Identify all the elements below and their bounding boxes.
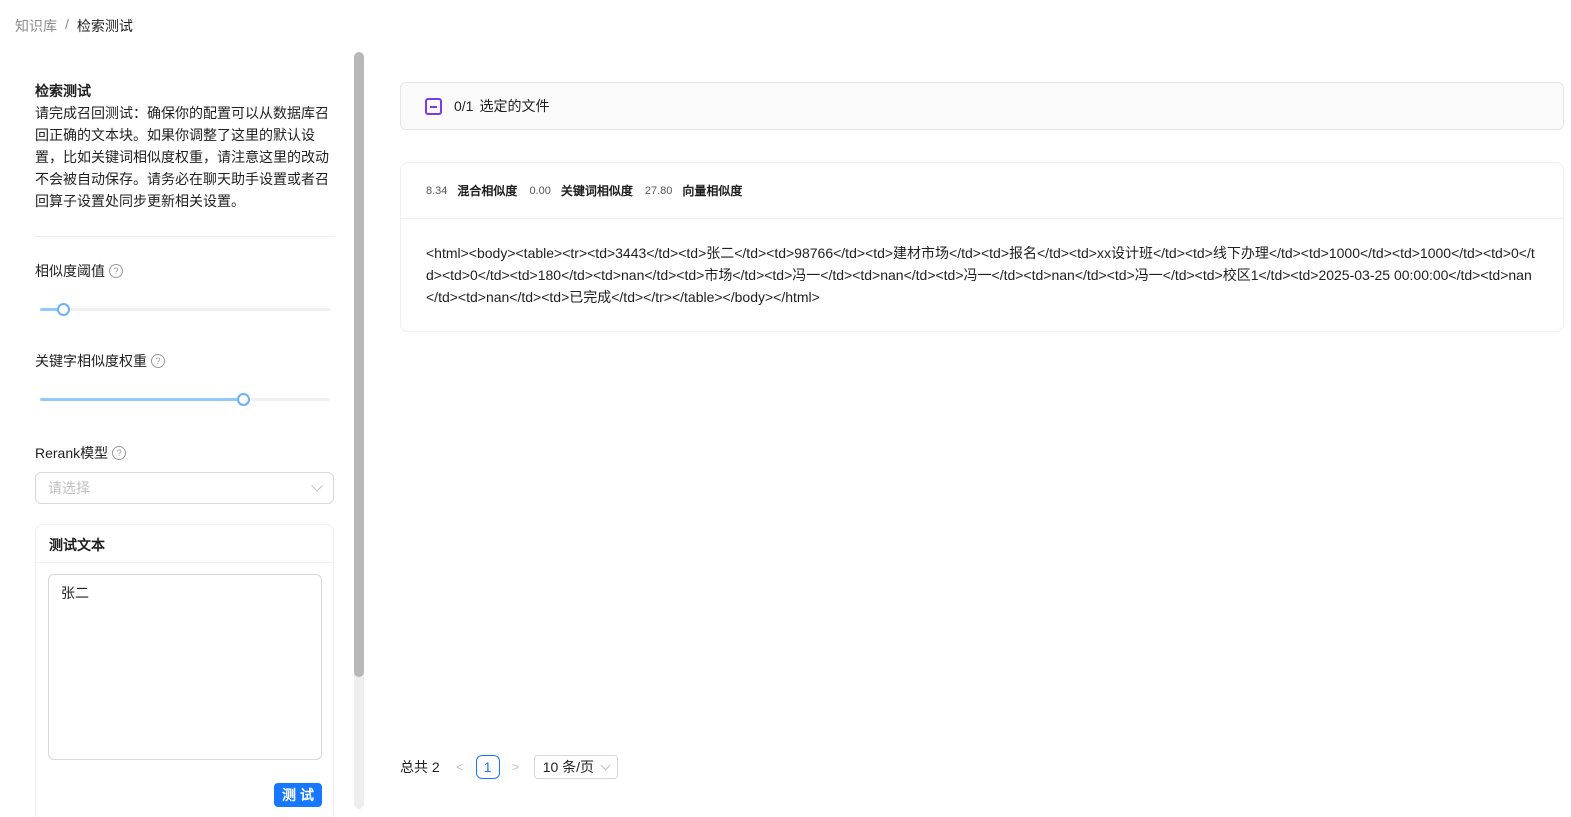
question-icon[interactable]: ? — [151, 354, 165, 368]
slider-handle[interactable] — [237, 393, 250, 406]
settings-panel: 检索测试 请完成召回测试：确保你的配置可以从数据库召回正确的文本块。如果你调整了… — [35, 80, 335, 504]
similarity-threshold-slider[interactable] — [40, 301, 330, 317]
divider — [35, 236, 335, 237]
breadcrumb-root[interactable]: 知识库 — [15, 16, 57, 36]
question-icon[interactable]: ? — [112, 446, 127, 460]
question-icon[interactable]: ? — [109, 264, 123, 278]
hybrid-score: 8.34 — [426, 184, 448, 197]
pagination: 总共 2 < 1 > 10 条/页 — [400, 755, 619, 779]
result-card: 8.34 混合相似度 0.00 关键词相似度 27.80 向量相似度 <html… — [400, 162, 1564, 332]
keyword-weight-slider[interactable] — [40, 391, 330, 407]
keyword-weight-label: 关键字相似度权重 ? — [35, 351, 335, 371]
section-description: 请完成召回测试：确保你的配置可以从数据库召回正确的文本块。如果你调整了这里的默认… — [35, 105, 329, 209]
chevron-down-icon — [600, 760, 611, 770]
file-selector[interactable]: 0/1 选定的文件 — [400, 82, 1564, 130]
file-count: 0/1 — [454, 98, 474, 114]
slider-rail — [40, 308, 330, 311]
file-selector-label: 选定的文件 — [479, 98, 550, 114]
scrollbar[interactable] — [354, 52, 364, 809]
vector-label: 向量相似度 — [682, 184, 743, 198]
similarity-threshold-label: 相似度阈值 ? — [35, 261, 335, 281]
keyword-score: 0.00 — [529, 184, 551, 197]
result-scores: 8.34 混合相似度 0.00 关键词相似度 27.80 向量相似度 — [401, 163, 1563, 219]
breadcrumb: 知识库 / 检索测试 — [15, 16, 133, 36]
slider-handle[interactable] — [57, 303, 71, 316]
chevron-down-icon — [311, 480, 323, 492]
scrollbar-thumb[interactable] — [354, 52, 364, 677]
hybrid-label: 混合相似度 — [457, 184, 518, 198]
test-button[interactable]: 测试 — [274, 783, 322, 807]
rerank-placeholder: 请选择 — [48, 480, 90, 496]
pagination-total: 总共 2 — [400, 759, 440, 775]
page-size-select[interactable]: 10 条/页 — [533, 755, 619, 779]
keyword-label: 关键词相似度 — [560, 184, 633, 198]
page-size-value: 10 条/页 — [542, 759, 595, 775]
prev-page-icon[interactable]: < — [452, 760, 468, 774]
breadcrumb-current: 检索测试 — [76, 18, 133, 34]
breadcrumb-separator: / — [65, 16, 69, 32]
slider-track — [40, 398, 243, 401]
result-content: <html><body><table><tr><td>3443</td><td>… — [426, 245, 1535, 305]
section-title: 检索测试 — [35, 83, 91, 99]
vector-score: 27.80 — [644, 184, 673, 197]
indeterminate-checkbox-icon[interactable] — [425, 97, 442, 115]
test-text-input[interactable]: 张二 — [48, 574, 322, 760]
rerank-label: Rerank模型 ? — [35, 443, 335, 463]
card-title: 测试文本 — [36, 525, 333, 563]
next-page-icon[interactable]: > — [508, 760, 524, 774]
rerank-select[interactable]: 请选择 — [35, 472, 334, 504]
test-text-card: 测试文本 张二 测试 — [35, 524, 334, 817]
page-1[interactable]: 1 — [475, 755, 500, 779]
